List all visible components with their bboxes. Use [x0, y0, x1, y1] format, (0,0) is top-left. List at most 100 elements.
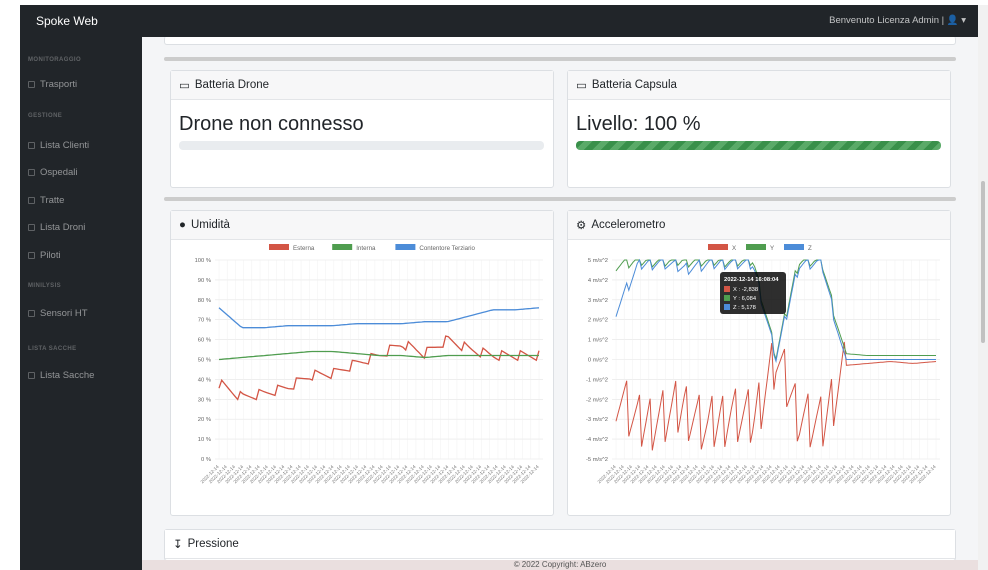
legend-label-contentore-terziario: Contentore Terziario: [419, 245, 475, 252]
sidebar-item-sensori-ht[interactable]: Sensori HT: [28, 308, 88, 319]
pressure-header[interactable]: ↧ Pressione: [165, 530, 955, 559]
tooltip-swatch: [724, 304, 730, 310]
app-window: Spoke Web Benvenuto Licenza Admin | 👤 ▾ …: [0, 0, 988, 570]
chart-tooltip: 2022-12-14 16:08:04 X : -2,838 Y : 6,084 Z …: [720, 272, 786, 314]
sidebar-item-tratte[interactable]: Tratte: [28, 195, 64, 206]
table-icon: [28, 372, 35, 379]
sidebar-item-ospedali[interactable]: Ospedali: [28, 167, 78, 178]
legend-swatch-interna: [332, 244, 353, 250]
y-tick-label: 60 %: [198, 338, 211, 344]
humidity-card: ● Umidità Esterna Interna Contentore Terzia…: [170, 210, 554, 516]
brand-title[interactable]: Spoke Web: [36, 14, 98, 28]
y-tick-label: -2 m/s^2: [586, 397, 608, 403]
chevron-down-icon: ↧: [173, 539, 183, 551]
card-title: Batteria Drone: [194, 79, 270, 91]
gear-icon: ⚙: [576, 220, 587, 232]
y-tick-label: 80 %: [198, 298, 211, 304]
card-title: Accelerometro: [591, 219, 666, 231]
y-tick-label: 100 %: [195, 258, 211, 264]
section-lista-sacche: LISTA SACCHE: [28, 346, 77, 352]
sidebar-item-label: Lista Sacche: [40, 370, 95, 381]
tooltip-title: 2022-12-14 16:08:04: [724, 277, 779, 283]
series-line-esterna: [218, 335, 540, 401]
y-tick-label: 50 %: [198, 358, 211, 364]
y-tick-label: 10 %: [198, 437, 211, 443]
sidebar-item-label: Sensori HT: [40, 308, 88, 319]
legend-swatch-x: [708, 244, 728, 250]
user-greeting: Benvenuto Licenza Admin |: [829, 15, 947, 26]
legend-label-esterna: Esterna: [293, 245, 315, 252]
legend-label-x: X: [732, 245, 736, 252]
main-content: ▭ Batteria Drone Drone non connesso ▭ Batt…: [142, 37, 978, 570]
sidebar-item-label: Trasporti: [40, 79, 78, 90]
y-tick-label: 0 %: [201, 457, 211, 463]
table-icon: [28, 169, 35, 176]
sidebar-item-label: Lista Clienti: [40, 140, 90, 151]
vertical-scrollbar[interactable]: [978, 5, 988, 570]
sidebar-item-lista-droni[interactable]: Lista Droni: [28, 222, 85, 233]
accelerometer-header: ⚙ Accelerometro: [568, 211, 950, 240]
y-tick-label: 30 %: [198, 397, 211, 403]
tooltip-swatch: [724, 295, 730, 301]
sidebar-item-lista-sacche[interactable]: Lista Sacche: [28, 370, 94, 381]
legend-swatch-contentore-terziario: [395, 244, 416, 250]
y-tick-label: -3 m/s^2: [586, 417, 608, 423]
drone-status: Drone non connesso: [179, 113, 364, 135]
y-tick-label: 2 m/s^2: [588, 318, 608, 324]
section-gestione: GESTIONE: [28, 113, 63, 119]
drone-battery-progress: [179, 141, 544, 150]
card-title: Pressione: [187, 538, 239, 550]
capsule-battery-progress: [576, 141, 941, 150]
sidebar-item-label: Ospedali: [40, 167, 78, 178]
humidity-chart: Esterna Interna Contentore Terziario 100 % 9…: [195, 244, 543, 484]
tooltip-swatch: [724, 286, 730, 292]
footer: © 2022 Copyright: ABzero: [142, 560, 978, 570]
capsule-battery-fill: [576, 141, 941, 150]
y-tick-label: 3 m/s^2: [588, 298, 608, 304]
user-icon: 👤 ▾: [946, 15, 966, 26]
y-tick-label: -5 m/s^2: [586, 457, 608, 463]
pressure-card[interactable]: ↧ Pressione: [164, 529, 956, 561]
section-monitoraggio: MONITORAGGIO: [28, 57, 82, 63]
series-line-interna: [218, 350, 539, 361]
previous-card-fragment: [164, 37, 956, 45]
chart-icon: [28, 81, 35, 88]
section-minilysis: MINILYSIS: [28, 283, 62, 289]
accelerometer-card: ⚙ Accelerometro X Y Z 5 m/s^2 4 m/s^2 3 m/s^2 2…: [567, 210, 951, 516]
y-tick-label: 1 m/s^2: [588, 338, 608, 344]
table-icon: [28, 142, 35, 149]
sidebar-item-label: Piloti: [40, 250, 61, 261]
table-icon: [28, 197, 35, 204]
y-tick-label: 70 %: [198, 318, 211, 324]
sidebar: MONITORAGGIO Trasporti GESTIONE Lista Cl…: [20, 37, 142, 570]
scrollbar-thumb[interactable]: [981, 181, 985, 343]
card-title: Umidità: [190, 219, 230, 231]
tooltip-row: Y : 6,084: [733, 296, 757, 302]
table-icon: [28, 224, 35, 231]
tooltip-row: Z : 5,178: [733, 305, 756, 311]
y-tick-label: 4 m/s^2: [588, 278, 608, 284]
top-navbar: Spoke Web Benvenuto Licenza Admin | 👤 ▾: [20, 5, 978, 37]
sidebar-item-label: Lista Droni: [40, 222, 86, 233]
sidebar-item-piloti[interactable]: Piloti: [28, 250, 61, 261]
table-icon: [28, 310, 35, 317]
tooltip-row: X : -2,838: [733, 287, 758, 293]
legend-label-interna: Interna: [356, 245, 376, 252]
y-tick-label: 90 %: [198, 278, 211, 284]
legend-label-z: Z: [808, 245, 812, 252]
sidebar-item-label: Tratte: [40, 195, 65, 206]
legend-label-y: Y: [770, 245, 774, 252]
y-tick-label: 20 %: [198, 417, 211, 423]
sidebar-item-lista-clienti[interactable]: Lista Clienti: [28, 140, 89, 151]
battery-drone-card: ▭ Batteria Drone Drone non connesso: [170, 70, 554, 188]
battery-capsule-header: ▭ Batteria Capsula: [568, 71, 950, 100]
legend-swatch-y: [746, 244, 766, 250]
section-divider: [164, 197, 956, 201]
table-icon: [28, 252, 35, 259]
sidebar-item-trasporti[interactable]: Trasporti: [28, 79, 77, 90]
y-tick-label: 5 m/s^2: [588, 258, 608, 264]
y-tick-label: 40 %: [198, 377, 211, 383]
droplet-icon: ●: [179, 219, 186, 231]
y-tick-label: -4 m/s^2: [586, 437, 608, 443]
user-menu[interactable]: Benvenuto Licenza Admin | 👤 ▾: [829, 15, 966, 26]
